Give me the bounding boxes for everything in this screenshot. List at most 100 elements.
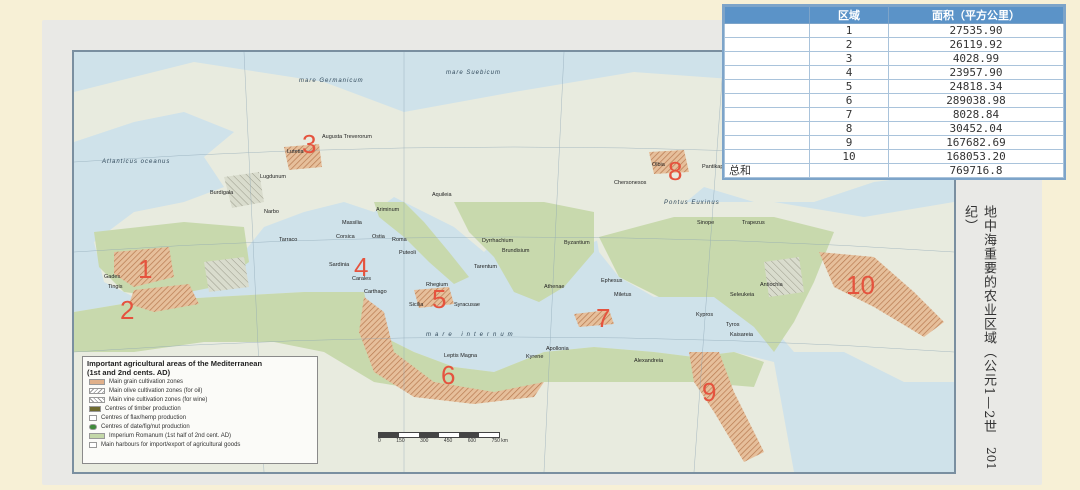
anchor-icon xyxy=(89,441,97,448)
scale-tick: 750 km xyxy=(491,438,508,444)
city-apollonia: Apollonia xyxy=(546,346,569,352)
city-sardinia: Sardinia xyxy=(329,262,350,268)
legend-row-flax: Centres of flax/hemp production xyxy=(89,413,313,422)
city-sinope: Sinope xyxy=(697,220,715,226)
legend-row-olive: Main olive cultivation zones (for oil) xyxy=(89,386,313,395)
table-row: 1 27535.90 xyxy=(724,23,1064,38)
table-cell-area: 168053.20 xyxy=(888,149,1064,164)
table-row: 10 168053.20 xyxy=(724,149,1064,164)
city-augusta: Augusta Treverorum xyxy=(322,134,372,140)
city-dyrrhachium: Dyrrhachium xyxy=(482,238,514,244)
scale-ticks: 0 150 300 450 600 750 km xyxy=(378,438,508,444)
table-row: 7 8028.84 xyxy=(724,107,1064,122)
region-marker-4: 4 xyxy=(354,252,369,282)
region-marker-2: 2 xyxy=(120,295,135,325)
label-pontus-euxinus: Pontus Euxinus xyxy=(664,200,720,206)
date-icon xyxy=(89,423,97,430)
city-trapezus: Trapezus xyxy=(742,220,765,226)
city-tingis: Tingis xyxy=(108,284,123,290)
city-lugdunum: Lugdunum xyxy=(260,174,286,180)
legend-text: Main harbours for import/export of agric… xyxy=(101,441,241,448)
city-tyros: Tyros xyxy=(726,322,740,328)
region-marker-7: 7 xyxy=(596,303,611,333)
table-cell-region: 5 xyxy=(809,79,889,94)
city-olbia: Olbia xyxy=(652,162,665,168)
table-header-region: 区域 xyxy=(809,6,889,24)
timber-icon xyxy=(89,405,101,412)
city-athenae: Athenae xyxy=(544,284,565,290)
table-cell-region: 7 xyxy=(809,107,889,122)
olive-zone-c xyxy=(204,257,249,292)
city-burdigala: Burdigala xyxy=(210,190,234,196)
city-alexandreia: Alexandreia xyxy=(634,358,664,364)
legend-title-2: (1st and 2nd cents. AD) xyxy=(87,368,171,377)
city-syracusae: Syracusae xyxy=(454,302,480,308)
city-sicilia: Sicilia xyxy=(409,302,424,308)
table-cell-area: 26119.92 xyxy=(888,37,1064,52)
table-total-value: 769716.8 xyxy=(888,163,1064,178)
table-cell-region: 8 xyxy=(809,121,889,136)
table-cell-region: 10 xyxy=(809,149,889,164)
table-row: 2 26119.92 xyxy=(724,37,1064,52)
grain-swatch xyxy=(89,378,105,385)
table-row: 3 4028.99 xyxy=(724,51,1064,66)
city-tarraco: Tarraco xyxy=(279,237,298,243)
label-atlanticus: Atlanticus oceanus xyxy=(102,159,171,165)
olive-swatch xyxy=(89,387,105,394)
legend-row-date: Centres of date/fig/nut production xyxy=(89,422,313,431)
table-cell-region: 2 xyxy=(809,37,889,52)
city-puteoli: Puteoli xyxy=(399,250,416,256)
table-cell-area: 289038.98 xyxy=(888,93,1064,108)
table-row: 5 24818.34 xyxy=(724,79,1064,94)
table-cell-region: 6 xyxy=(809,93,889,108)
table-cell-region: 3 xyxy=(809,51,889,66)
area-table: 区域 面积（平方公里） 1 27535.90 2 26119.92 3 4028.99… xyxy=(722,4,1066,180)
region-marker-3: 3 xyxy=(302,129,317,159)
scale-tick: 600 xyxy=(467,438,477,444)
city-kypros: Kypros xyxy=(696,312,714,318)
region-marker-1: 1 xyxy=(138,254,153,284)
page-number: 201 xyxy=(984,447,998,470)
city-seleukeia: Seleukeia xyxy=(730,292,755,298)
city-narbo: Narbo xyxy=(264,209,279,215)
city-tarentum: Tarentum xyxy=(474,264,497,270)
map-legend: Important agricultural areas of the Medi… xyxy=(82,356,318,464)
table-cell-area: 27535.90 xyxy=(888,23,1064,38)
city-miletus: Miletus xyxy=(614,292,632,298)
table-cell-region: 9 xyxy=(809,135,889,150)
legend-text: Centres of date/fig/nut production xyxy=(101,423,190,430)
table-row: 8 30452.04 xyxy=(724,121,1064,136)
table-total-row: 总和 769716.8 xyxy=(724,163,1064,178)
city-roma: Roma xyxy=(392,237,407,243)
scale-tick: 450 xyxy=(443,438,453,444)
scale-tick: 0 xyxy=(378,438,381,444)
city-ephesus: Ephesus xyxy=(601,278,623,284)
table-cell-area: 167682.69 xyxy=(888,135,1064,150)
region-marker-8: 8 xyxy=(668,156,683,186)
table-header-area: 面积（平方公里） xyxy=(888,6,1064,24)
table-cell-area: 23957.90 xyxy=(888,65,1064,80)
legend-text: Main olive cultivation zones (for oil) xyxy=(109,387,203,394)
table-row: 6 289038.98 xyxy=(724,93,1064,108)
region-marker-10: 10 xyxy=(846,270,875,300)
table-row: 4 23957.90 xyxy=(724,65,1064,80)
table-total-label: 总和 xyxy=(724,163,810,178)
scale-tick: 300 xyxy=(420,438,429,444)
label-mare-suebicum: mare Suebicum xyxy=(446,70,502,76)
city-chersonesos: Chersonesos xyxy=(614,180,647,186)
region-marker-6: 6 xyxy=(441,360,456,390)
city-ostia: Ostia xyxy=(372,234,385,240)
city-ariminum: Ariminum xyxy=(376,207,400,213)
city-antiochia: Antiochia xyxy=(760,282,783,288)
table-cell-area: 30452.04 xyxy=(888,121,1064,136)
region-marker-5: 5 xyxy=(432,284,447,314)
scale-tick: 150 xyxy=(396,438,405,444)
flax-icon xyxy=(89,414,97,421)
city-aquileia: Aquileia xyxy=(432,192,452,198)
table-cell-area: 4028.99 xyxy=(888,51,1064,66)
city-leptis: Leptis Magna xyxy=(444,353,478,359)
table-cell-area: 8028.84 xyxy=(888,107,1064,122)
side-title: 地中海重要的农业区域（公元1—2世纪） xyxy=(962,205,996,434)
city-carthago: Carthago xyxy=(364,289,387,295)
legend-text: Centres of flax/hemp production xyxy=(101,414,187,421)
